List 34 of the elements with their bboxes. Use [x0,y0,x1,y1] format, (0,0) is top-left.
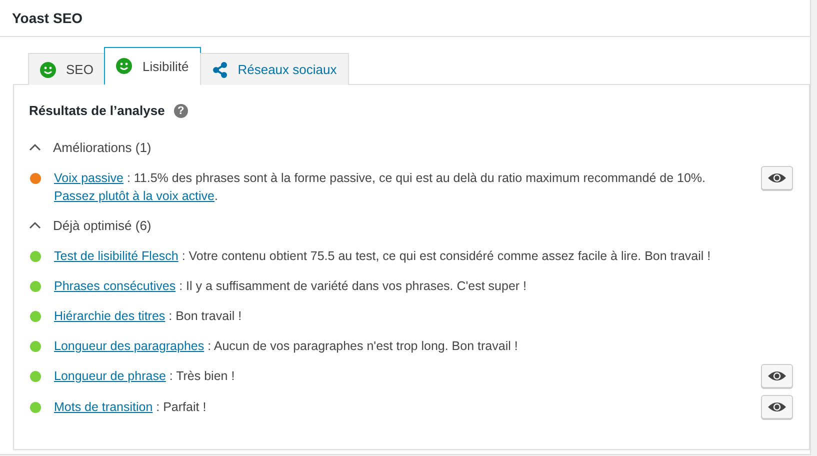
section-toggle[interactable]: Déjà optimisé (6) [29,215,152,235]
eye-icon [767,369,787,383]
result-link[interactable]: Longueur des paragraphes [54,339,204,353]
result-text: Phrases consécutives : Il y a suffisamment de variété dans vos phrases. C'est super ! [54,278,528,295]
result-link[interactable]: Phrases consécutives [54,279,176,293]
eye-icon [767,171,787,185]
tab[interactable]: Réseaux sociaux [200,53,349,85]
eye-icon [767,400,787,414]
chevron-icon [29,220,41,230]
section-title: Résultats de l’analyse [29,103,165,118]
highlight-button[interactable] [761,166,793,190]
result-link[interactable]: Longueur de phrase [54,369,166,383]
chevron-icon [29,142,41,152]
tab[interactable]: SEO [28,53,106,85]
result-text: Test de lisibilité Flesch : Votre contenu obtient 75.5 au test, ce qui est considéré comme assez facile à lire. Bon travail ! [54,248,712,265]
result-text: Longueur des paragraphes : Aucun de vos paragraphes n'est trop long. Bon travail ! [54,338,519,355]
result-link[interactable]: Test de lisibilité Flesch [54,249,178,263]
result-link[interactable]: Hiérarchie des titres [54,309,166,323]
advice-link[interactable]: Passez plutôt à la voix active [54,189,214,203]
tab[interactable]: Lisibilité [104,47,201,85]
result-text: Longueur de phrase : Très bien ! [54,368,236,385]
share-icon [212,62,228,78]
panel-title: Yoast SEO [12,10,83,26]
result-text: Hiérarchie des titres : Bon travail ! [54,308,243,325]
result-text: Mots de transition : Parfait ! [54,399,208,416]
help-icon[interactable]: ? [174,104,188,118]
result-text: Voix passive : 11.5% des phrases sont à la forme passive, ce qui est au delà du ratio maximum recommandé de 10%. Passez plutôt à la voix active. [54,170,706,205]
section-toggle[interactable]: Améliorations (1) [29,137,152,157]
smiley-icon [116,58,132,74]
highlight-button[interactable] [761,364,793,388]
smiley-icon [40,62,56,78]
result-link[interactable]: Voix passive [54,171,124,185]
result-link[interactable]: Mots de transition [54,400,153,414]
highlight-button[interactable] [761,395,793,419]
